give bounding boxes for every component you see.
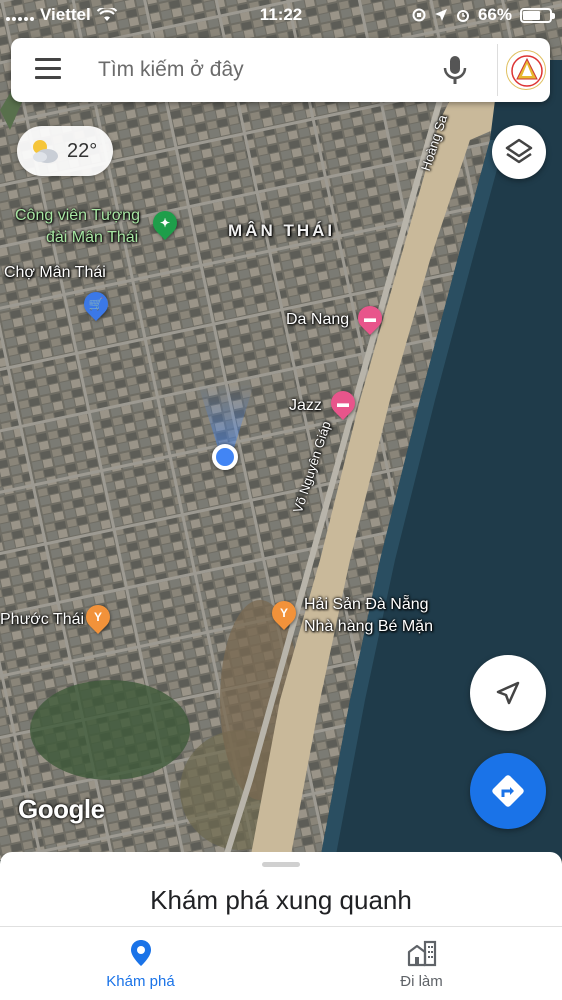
- layers-icon: [505, 138, 533, 164]
- label-restaurant-line1[interactable]: Hải Sản Đà Nẵng: [304, 596, 429, 614]
- label-hotel-da-nang[interactable]: Da Nang: [286, 311, 349, 329]
- sheet-title: Khám phá xung quanh: [150, 885, 412, 915]
- label-park-line1[interactable]: Công viên Tượng: [15, 207, 140, 225]
- google-logo: Google: [18, 794, 105, 824]
- tab-explore-label: Khám phá: [106, 973, 175, 990]
- lock-rotation-icon: [412, 8, 426, 22]
- my-location-button[interactable]: [470, 655, 546, 731]
- battery-percent: 66%: [477, 5, 512, 24]
- search-input[interactable]: [97, 48, 417, 92]
- park-pin-icon[interactable]: ✦: [148, 206, 182, 240]
- label-restaurant-line2[interactable]: Nhà hàng Bé Mặn: [304, 618, 433, 636]
- sheet-drag-handle[interactable]: [262, 862, 300, 867]
- account-avatar[interactable]: [497, 44, 549, 96]
- navigation-arrow-icon: [496, 681, 520, 705]
- status-bar: Viettel 11:22 66%: [0, 0, 562, 30]
- label-phuoc-thai[interactable]: Phước Thái: [0, 611, 84, 629]
- bottom-navigation: Khám phá Đi làm: [0, 926, 562, 1000]
- label-hotel-jazz[interactable]: Jazz: [289, 397, 322, 415]
- hotel-bed-icon[interactable]: ▬: [353, 301, 387, 335]
- tab-commute[interactable]: Đi làm: [281, 927, 562, 1000]
- directions-button[interactable]: [470, 753, 546, 829]
- label-area-man-thai: MÂN THÁI: [228, 221, 336, 240]
- location-arrow-icon: [434, 9, 447, 21]
- explore-bottom-sheet[interactable]: Khám phá xung quanh: [0, 852, 562, 932]
- current-location-dot: [212, 444, 238, 470]
- location-pin-icon: [131, 940, 151, 966]
- search-bar[interactable]: [11, 38, 550, 102]
- battery-icon: [520, 7, 555, 23]
- weather-chip[interactable]: 22°: [17, 126, 113, 176]
- hotel-bed-icon[interactable]: ▬: [326, 386, 360, 420]
- market-cart-icon[interactable]: 🛒: [79, 287, 113, 321]
- tab-explore[interactable]: Khám phá: [0, 927, 281, 1000]
- tab-commute-label: Đi làm: [400, 973, 443, 990]
- temperature: 22°: [67, 140, 98, 162]
- label-park-line2[interactable]: đài Mân Thái: [46, 229, 138, 247]
- commute-buildings-icon: [407, 940, 437, 967]
- microphone-icon[interactable]: [441, 54, 469, 86]
- hamburger-menu-icon[interactable]: [35, 58, 61, 80]
- layers-button[interactable]: [492, 125, 546, 179]
- avatar-emblem-icon: [511, 55, 543, 87]
- directions-icon: [492, 775, 524, 807]
- restaurant-fork-icon[interactable]: Y: [267, 596, 301, 630]
- label-market[interactable]: Chợ Mân Thái: [4, 264, 106, 282]
- partly-cloudy-icon: [33, 140, 58, 163]
- alarm-icon: [456, 10, 469, 22]
- restaurant-fork-icon[interactable]: Y: [81, 600, 115, 634]
